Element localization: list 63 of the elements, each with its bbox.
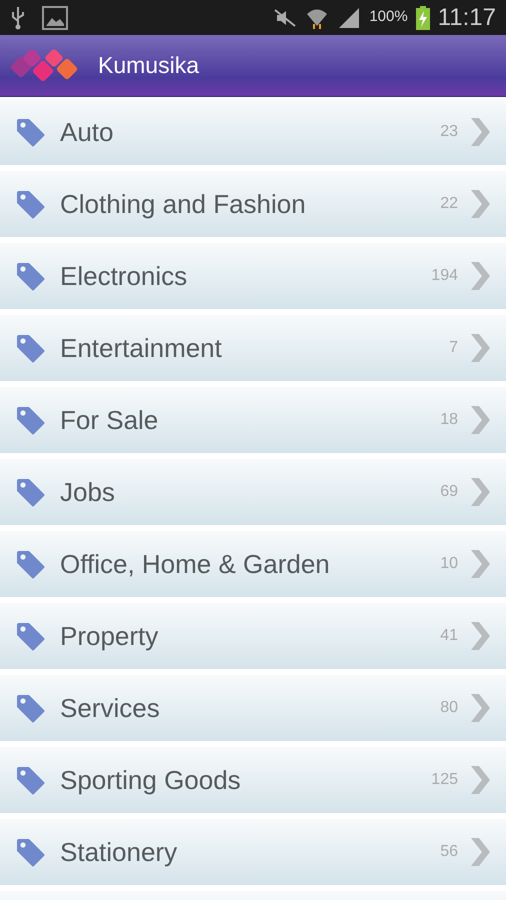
tag-icon [14,260,46,292]
chevron-icon [468,691,492,725]
app-title: Kumusika [98,51,199,80]
tag-icon [14,692,46,724]
category-name: Entertainment [60,332,223,364]
category-name: Auto [60,116,114,148]
category-row[interactable]: Office, Home & Garden 10 [0,531,506,597]
category-name: Office, Home & Garden [60,548,331,580]
usb-icon [10,6,26,30]
tag-icon [14,764,46,796]
category-name: Stationery [60,836,178,868]
item-count: 7 [449,338,458,358]
item-count: 41 [440,626,458,646]
item-count: 10 [440,554,458,574]
signal-icon [337,6,362,28]
category-name: Property [60,620,160,652]
category-row[interactable]: For Sale 18 [0,387,506,453]
category-name: For Sale [60,404,160,436]
chevron-icon [468,259,492,293]
chevron-icon [468,763,492,797]
category-row[interactable]: Clothing and Fashion 22 [0,171,506,237]
tag-icon [14,836,46,868]
tag-icon [14,620,46,652]
item-count: 69 [440,482,458,502]
category-row[interactable]: Auto 23 [0,99,506,165]
tag-icon [14,188,46,220]
category-row[interactable]: Stationery 56 [0,819,506,885]
chevron-icon [468,547,492,581]
item-count: 194 [431,266,458,286]
tag-icon [14,332,46,364]
category-row[interactable]: Jobs 69 [0,459,506,525]
image-icon [42,6,68,30]
chevron-icon [468,403,492,437]
item-count: 56 [440,842,458,862]
battery-percent: 100% [369,7,408,28]
category-row[interactable]: Sporting Goods 125 [0,747,506,813]
tag-icon [14,404,46,436]
item-count: 18 [440,410,458,430]
category-row[interactable]: Electronics 194 [0,243,506,309]
clock: 11:17 [438,2,496,32]
category-name: Jobs [60,476,116,508]
chevron-icon [468,619,492,653]
category-name: Clothing and Fashion [60,188,307,220]
category-row[interactable]: Entertainment 7 [0,315,506,381]
tag-icon [14,548,46,580]
item-count: 23 [440,122,458,142]
category-name: Services [60,692,161,724]
chevron-icon [468,475,492,509]
item-count: 125 [431,770,458,790]
item-count: 80 [440,698,458,718]
item-count: 22 [440,194,458,214]
category-row[interactable]: Property 41 [0,603,506,669]
mute-icon [273,8,298,28]
chevron-icon [468,115,492,149]
chevron-icon [468,331,492,365]
category-row[interactable]: Services 80 [0,675,506,741]
chevron-icon [468,835,492,869]
tag-icon [14,116,46,148]
category-name: Sporting Goods [60,764,242,796]
category-name: Electronics [60,260,188,292]
tag-icon [14,476,46,508]
battery-charging-icon [416,6,430,30]
chevron-icon [468,187,492,221]
